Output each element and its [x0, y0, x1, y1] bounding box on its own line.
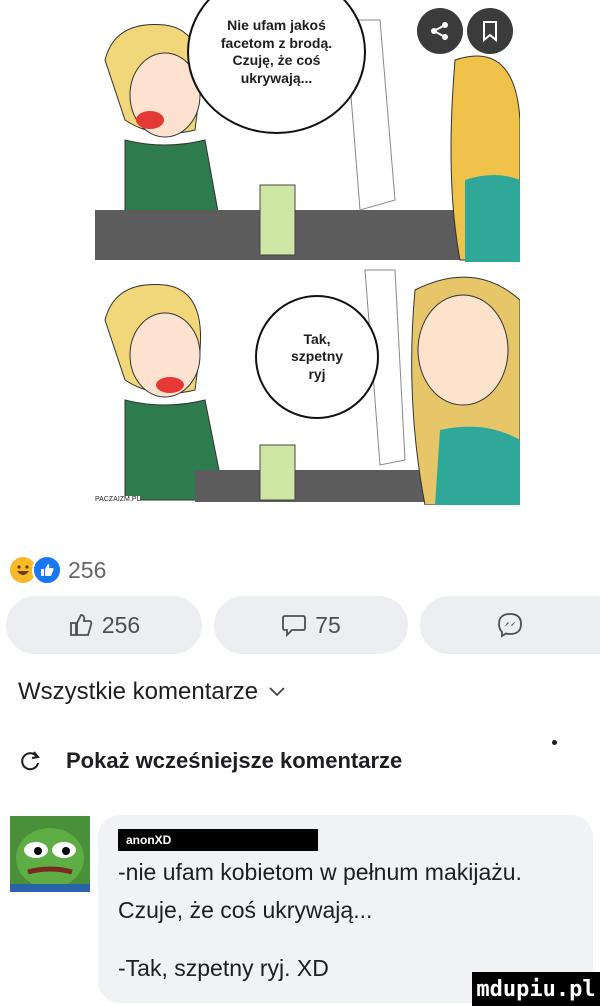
share-button[interactable]	[417, 8, 463, 54]
comment-icon	[282, 615, 307, 638]
save-button[interactable]	[467, 8, 513, 54]
comments-filter-dropdown[interactable]: Wszystkie komentarze	[18, 678, 286, 706]
comment-button[interactable]: 75	[214, 596, 408, 654]
refresh-icon	[21, 751, 40, 771]
comment-text-line-1: -nie ufam kobietom w pełnum makijażu.	[118, 859, 522, 885]
comment-author[interactable]: anonXD	[118, 829, 318, 851]
like-button[interactable]: 256	[6, 596, 202, 654]
save-icon	[483, 21, 497, 42]
speech-bubble-panel-2: Tak, szpetny ryj	[255, 295, 379, 419]
messenger-share-button[interactable]	[420, 596, 600, 654]
comic-image[interactable]: Nie ufam jakoś facetom z brodą. Czuję, ż…	[95, 0, 520, 505]
image-credit: PACZAIZM.PL	[95, 496, 141, 503]
pepe-frog-avatar-icon	[10, 816, 90, 892]
messenger-icon	[498, 613, 522, 638]
comment-text-line-2: Czuje, że coś ukrywają...	[118, 897, 373, 923]
show-previous-label: Pokaż wcześniejsze komentarze	[66, 748, 403, 773]
like-reaction-icon	[32, 555, 62, 585]
comments-filter-label: Wszystkie komentarze	[18, 678, 259, 705]
comment-text-line-3: -Tak, szpetny ryj. XD	[118, 955, 329, 981]
watermark: mdupiu.pl	[472, 972, 600, 1006]
comment-count: 75	[315, 611, 341, 638]
thumbs-up-icon	[69, 614, 93, 636]
show-previous-comments-button[interactable]: Pokaż wcześniejsze komentarze	[18, 748, 402, 774]
chevron-down-icon	[269, 687, 285, 697]
like-count: 256	[101, 611, 141, 638]
reactions-summary[interactable]: 256	[10, 555, 107, 585]
unread-dot	[552, 740, 557, 745]
avatar[interactable]	[10, 816, 90, 892]
share-icon	[431, 22, 448, 40]
reaction-count: 256	[68, 556, 107, 583]
